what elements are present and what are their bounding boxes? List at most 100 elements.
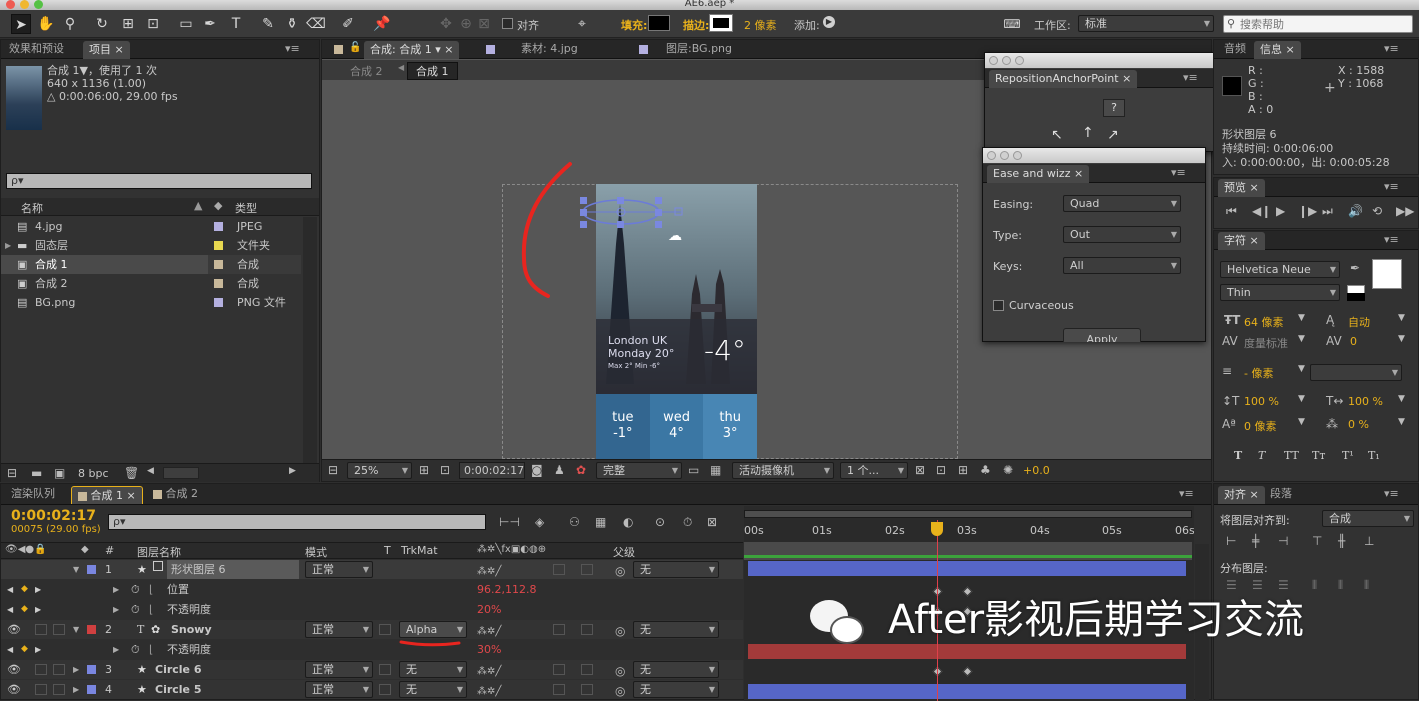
list-item[interactable]: ▤ BG.png PNG 文件 — [1, 293, 301, 312]
type-tool-icon[interactable]: T — [226, 14, 246, 34]
layer-bar[interactable] — [748, 684, 1186, 699]
tab-render-queue[interactable]: 渲染队列 — [5, 485, 61, 503]
distribute-top-icon[interactable]: ☰ — [1226, 578, 1237, 592]
3d-layer-switch[interactable] — [553, 684, 565, 695]
close-window-button[interactable] — [987, 151, 996, 160]
add-keyframe-icon[interactable]: ◆ — [21, 640, 28, 659]
baseline-shift-arrow-icon[interactable]: ▼ — [1298, 417, 1305, 427]
tab-ease-and-wizz[interactable]: Ease and wizz × — [987, 165, 1090, 183]
minimize-window-button[interactable] — [1000, 151, 1009, 160]
adjustment-layer-switch[interactable] — [581, 664, 593, 675]
hide-shy-layers-icon[interactable]: ⚇ — [569, 515, 580, 529]
rotate-tool-icon[interactable]: ↻ — [92, 14, 112, 34]
current-time-field[interactable]: 0:00:02:17 — [459, 462, 525, 479]
eraser-tool-icon[interactable]: ⌫ — [306, 14, 326, 34]
tab-timeline-comp-2[interactable]: 合成 2 — [147, 485, 204, 503]
faux-italic-icon[interactable]: T — [1258, 449, 1265, 462]
apply-button[interactable]: Apply — [1063, 328, 1141, 342]
layer-row[interactable]: 👁 ▶ 3 ★ Circle 6 正常 无 ⁂✲╱ ◎ 无 — [1, 660, 743, 679]
visibility-eye-icon[interactable]: 👁 — [7, 660, 21, 679]
expand-arrow-icon[interactable]: ▶ — [73, 660, 79, 679]
frame-blending-icon[interactable]: ▦ — [595, 515, 606, 529]
layer-label-swatch[interactable] — [87, 625, 96, 634]
stroke-color-swatch-black[interactable] — [1347, 293, 1365, 301]
layer-name[interactable]: Circle 5 — [155, 680, 202, 699]
3d-layer-switch[interactable] — [553, 564, 565, 575]
curvaceous-checkbox[interactable] — [993, 300, 1004, 311]
trkmat-dropdown[interactable]: 无 — [399, 661, 467, 678]
time-ruler[interactable]: 00s 01s 02s 03s 04s 05s 06s — [744, 520, 1194, 542]
scroll-right-icon[interactable]: ▶ — [289, 466, 296, 476]
mode-dropdown[interactable]: 正常 — [305, 681, 373, 698]
vertical-scale-arrow-icon[interactable]: ▼ — [1298, 394, 1305, 404]
layer-row[interactable]: 👁 ▶ 4 ★ Circle 5 正常 无 ⁂✲╱ ◎ 无 — [1, 680, 743, 699]
vertical-scale-value[interactable]: 100 % — [1244, 395, 1279, 408]
prev-keyframe-icon[interactable]: ◀ — [7, 600, 13, 619]
3d-layer-switch[interactable] — [553, 664, 565, 675]
trash-icon[interactable]: 🗑 — [124, 466, 139, 480]
font-size-arrow-icon[interactable]: ▼ — [1298, 313, 1305, 323]
align-v-center-icon[interactable]: ╫ — [1338, 534, 1345, 548]
tab-layer[interactable]: 图层:BG.png — [660, 40, 738, 58]
prev-keyframe-icon[interactable]: ◀ — [7, 640, 13, 659]
keys-dropdown[interactable]: All — [1063, 257, 1181, 274]
layer-label-swatch[interactable] — [87, 665, 96, 674]
prev-frame-icon[interactable]: ◀❙ — [1252, 204, 1271, 218]
layer-label-swatch[interactable] — [87, 565, 96, 574]
tab-comp-1[interactable]: 合成: 合成 1 ▾ × — [364, 41, 460, 59]
audio-icon[interactable]: 🔊 — [1348, 204, 1363, 218]
layer-switches-icons[interactable]: ⁂✲╱ — [477, 682, 501, 701]
arrow-up-right-icon[interactable]: ↗ — [1107, 127, 1119, 143]
list-item[interactable]: ▤ 4.jpg JPEG — [1, 217, 301, 236]
expand-arrow-icon[interactable]: ▶ — [113, 580, 119, 599]
sort-arrow-icon[interactable]: ▲ — [194, 199, 202, 212]
tracking-value[interactable]: 0 — [1350, 335, 1357, 348]
always-preview-icon[interactable]: ⊟ — [328, 463, 338, 477]
zoom-window-button[interactable] — [1015, 56, 1024, 65]
col-name-header[interactable]: 名称 — [21, 200, 43, 216]
font-family-dropdown[interactable]: Helvetica Neue — [1220, 261, 1340, 278]
comp-mini-flowchart-icon[interactable]: ⊢⊣ — [499, 515, 520, 529]
lock-switch[interactable] — [53, 624, 65, 635]
parent-dropdown[interactable]: 无 — [633, 621, 719, 638]
visibility-eye-icon[interactable]: 👁 — [7, 680, 21, 699]
layer-label-swatch[interactable] — [87, 685, 96, 694]
solo-switch[interactable] — [35, 664, 47, 675]
last-frame-icon[interactable]: ⏭ — [1322, 204, 1333, 219]
graph-editor-icon[interactable]: ⊙ — [655, 515, 665, 529]
preserve-transparency-switch[interactable] — [379, 624, 391, 635]
pen-tool-icon[interactable]: ✒ — [200, 14, 220, 34]
distribute-bottom-icon[interactable]: ☰ — [1278, 578, 1289, 592]
lock-icon[interactable]: 🔓 — [349, 42, 361, 53]
pickwhip-icon[interactable]: ◎ — [615, 682, 625, 701]
scroll-left-icon[interactable]: ◀ — [147, 466, 154, 476]
tab-audio[interactable]: 音频 — [1218, 40, 1252, 58]
stopwatch-icon[interactable]: ⏱ — [131, 580, 140, 599]
tab-preview[interactable]: 预览 × — [1218, 179, 1265, 197]
play-icon[interactable]: ▶ — [1276, 204, 1285, 218]
next-keyframe-icon[interactable]: ▶ — [35, 640, 41, 659]
pickwhip-icon[interactable]: ◎ — [615, 622, 625, 641]
font-style-dropdown[interactable]: Thin — [1220, 284, 1340, 301]
tab-project[interactable]: 项目 × — [83, 41, 130, 59]
stopwatch-icon[interactable]: ⏱ — [131, 600, 140, 619]
mode-dropdown[interactable]: 正常 — [305, 561, 373, 578]
leading-value[interactable]: 自动 — [1348, 314, 1370, 330]
align-top-icon[interactable]: ⊤ — [1312, 534, 1322, 548]
next-keyframe-icon[interactable]: ▶ — [35, 580, 41, 599]
parent-dropdown[interactable]: 无 — [633, 561, 719, 578]
close-window-button[interactable] — [989, 56, 998, 65]
tab-character[interactable]: 字符 × — [1218, 232, 1265, 250]
layer-row[interactable]: 👁 ▼ 2 T ✿ Snowy 正常 Alpha ⁂✲╱ ◎ 无 — [1, 620, 743, 639]
col-type-header[interactable]: 类型 — [235, 200, 257, 216]
fast-previews-icon[interactable]: ⊡ — [936, 463, 946, 477]
timeline-current-time[interactable]: 0:00:02:17 — [11, 508, 96, 524]
align-to-dropdown[interactable]: 合成 — [1322, 510, 1414, 527]
align-right-icon[interactable]: ⊣ — [1278, 534, 1288, 548]
tab-info[interactable]: 信息 × — [1254, 41, 1301, 59]
col-layer-name[interactable]: 图层名称 — [137, 544, 181, 560]
horizontal-scale-value[interactable]: 100 % — [1348, 395, 1383, 408]
pan-behind-tool-icon[interactable]: ⊡ — [143, 14, 163, 34]
transparency-grid-icon[interactable]: ▦ — [710, 463, 721, 477]
property-row[interactable]: ◀ ◆ ▶ ▶ ⏱ ⌊ 不透明度 20% — [1, 600, 743, 619]
